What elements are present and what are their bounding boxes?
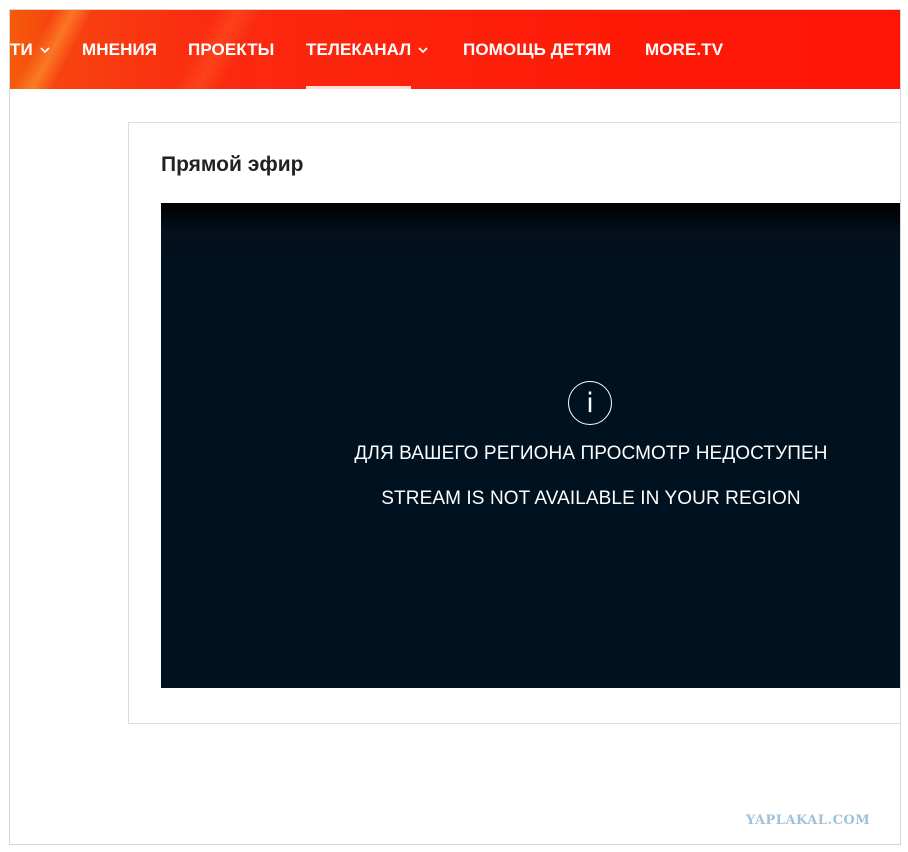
nav-item-label: ПРОЕКТЫ (188, 39, 275, 59)
nav-item-label: ТЕЛЕКАНАЛ (306, 39, 412, 59)
nav-item-more-tv[interactable]: MORE.TV (645, 10, 723, 89)
top-navigation-bar: ТИ МНЕНИЯ ПРОЕКТЫ ТЕЛЕКАНАЛ ПОМОЩЬ ДЕТЯМ… (10, 10, 900, 89)
live-stream-card: Прямой эфир i ДЛЯ ВАШЕГО РЕГИОНА ПРОСМОТ… (128, 122, 900, 724)
region-unavailable-message-ru: ДЛЯ ВАШЕГО РЕГИОНА ПРОСМОТР НЕДОСТУПЕН (354, 443, 828, 464)
info-icon: i (568, 381, 612, 425)
nav-item-label: ПОМОЩЬ ДЕТЯМ (463, 39, 612, 59)
nav-item-ti[interactable]: ТИ (10, 10, 51, 89)
nav-item-label: ТИ (10, 39, 33, 59)
chevron-down-icon (418, 46, 428, 53)
chevron-down-icon (40, 46, 50, 53)
section-title: Прямой эфир (161, 153, 304, 176)
watermark-logo: YAPLAKAL.COM (746, 813, 871, 828)
nav-item-projects[interactable]: ПРОЕКТЫ (188, 10, 274, 89)
info-icon-glyph: i (586, 387, 594, 419)
video-player[interactable]: i ДЛЯ ВАШЕГО РЕГИОНА ПРОСМОТР НЕДОСТУПЕН… (161, 203, 900, 688)
nav-item-help-children[interactable]: ПОМОЩЬ ДЕТЯМ (463, 10, 611, 89)
browser-viewport: ТИ МНЕНИЯ ПРОЕКТЫ ТЕЛЕКАНАЛ ПОМОЩЬ ДЕТЯМ… (9, 9, 901, 845)
nav-item-opinions[interactable]: МНЕНИЯ (82, 10, 157, 89)
active-tab-indicator (306, 86, 411, 89)
nav-item-tv-channel[interactable]: ТЕЛЕКАНАЛ (306, 10, 429, 89)
nav-item-label: МНЕНИЯ (82, 39, 158, 59)
region-unavailable-message-en: STREAM IS NOT AVAILABLE IN YOUR REGION (381, 488, 801, 509)
nav-item-label: MORE.TV (645, 39, 724, 59)
